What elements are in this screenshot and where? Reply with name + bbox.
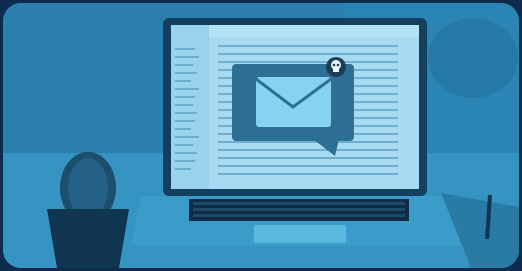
trackpad xyxy=(254,225,346,243)
background-plant xyxy=(428,18,518,98)
mail-toolbar xyxy=(209,25,419,37)
keyboard-keys xyxy=(193,202,405,217)
photo-illustration xyxy=(3,3,519,268)
skull-icon xyxy=(326,57,346,77)
cactus-pot xyxy=(47,209,129,268)
phishing-email-photo xyxy=(3,3,519,268)
envelope-icon xyxy=(255,77,332,127)
image-frame xyxy=(0,0,522,271)
